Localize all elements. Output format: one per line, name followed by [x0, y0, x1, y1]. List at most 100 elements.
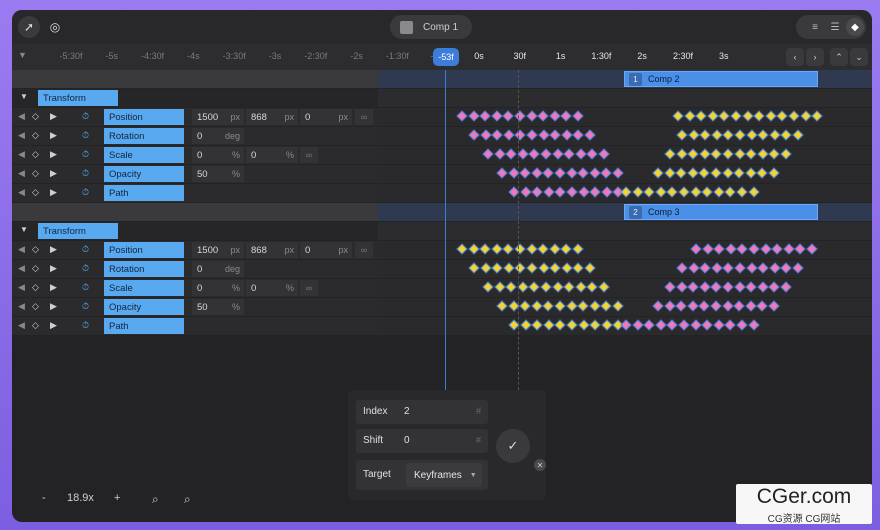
link-values-icon[interactable]: ∞ — [355, 109, 373, 125]
next-keyframe-icon[interactable]: ▶ — [50, 187, 57, 198]
scroll-up-button[interactable]: ⌃ — [830, 48, 848, 66]
keyframe-toggle-icon[interactable]: ◇ — [32, 168, 39, 179]
shift-value[interactable]: 0 — [404, 435, 410, 446]
target-tool-icon[interactable]: ◎ — [44, 16, 66, 38]
value-field[interactable]: 0 px — [300, 109, 352, 125]
value-field[interactable]: 868 px — [246, 109, 298, 125]
comp-layer-bar[interactable]: 2 Comp 3 — [624, 204, 818, 220]
target-select[interactable]: Keyframes ▼ — [406, 463, 482, 487]
layers-list-icon[interactable]: ☰ — [826, 18, 844, 36]
prev-keyframe-icon[interactable]: ◀ — [18, 282, 25, 293]
filter-icon[interactable]: ▼ — [18, 50, 27, 60]
keyframe-diamond-icon[interactable]: ◆ — [846, 18, 864, 36]
prev-keyframe-icon[interactable]: ◀ — [18, 168, 25, 179]
zoom-out-button[interactable]: - — [42, 492, 46, 504]
close-icon[interactable]: ✕ — [534, 459, 546, 471]
next-keyframe-icon[interactable]: ▶ — [50, 168, 57, 179]
next-keyframe-icon[interactable]: ▶ — [50, 320, 57, 331]
prev-keyframe-icon[interactable]: ◀ — [18, 244, 25, 255]
prev-keyframe-icon[interactable]: ◀ — [18, 111, 25, 122]
link-values-icon[interactable]: ∞ — [300, 280, 318, 296]
property-label[interactable]: Scale — [104, 280, 184, 296]
playhead-line[interactable] — [445, 70, 446, 400]
keyframe-toggle-icon[interactable]: ◇ — [32, 320, 39, 331]
value-text[interactable]: 50 — [197, 169, 208, 180]
stopwatch-icon[interactable]: ⏱ — [82, 111, 89, 122]
keyframe-toggle-icon[interactable]: ◇ — [32, 187, 39, 198]
index-field[interactable]: Index 2 # — [356, 400, 488, 424]
value-field[interactable]: 1500 px — [192, 109, 244, 125]
value-text[interactable]: 1500 — [197, 112, 218, 123]
property-label[interactable]: Position — [104, 109, 184, 125]
property-label[interactable]: Scale — [104, 147, 184, 163]
comp-header-row[interactable]: 2 Comp 3 — [12, 203, 872, 221]
value-text[interactable]: 868 — [251, 245, 267, 256]
property-label[interactable]: Path — [104, 318, 184, 334]
value-field[interactable]: 50% — [192, 299, 244, 315]
transform-group-label[interactable]: Transform — [38, 90, 118, 106]
value-text[interactable]: 0 — [305, 245, 310, 256]
value-field[interactable]: 0 deg — [192, 128, 244, 144]
next-keyframe-icon[interactable]: ▶ — [50, 263, 57, 274]
value-text[interactable]: 0 — [197, 264, 202, 275]
keyframe-toggle-icon[interactable]: ◇ — [32, 244, 39, 255]
playhead-time-label[interactable]: -53f — [433, 48, 459, 66]
next-keyframe-icon[interactable]: ▶ — [50, 244, 57, 255]
property-label[interactable]: Opacity — [104, 166, 184, 182]
property-label[interactable]: Rotation — [104, 128, 184, 144]
shift-field[interactable]: Shift 0 # — [356, 429, 488, 453]
value-text[interactable]: 868 — [251, 112, 267, 123]
keyframe-toggle-icon[interactable]: ◇ — [32, 263, 39, 274]
scroll-down-button[interactable]: ⌄ — [850, 48, 868, 66]
expand-triangle-icon[interactable]: ▼ — [20, 225, 28, 234]
prev-keyframe-icon[interactable]: ◀ — [18, 187, 25, 198]
keyframe-toggle-icon[interactable]: ◇ — [32, 111, 39, 122]
value-field[interactable]: 0% — [192, 147, 244, 163]
comp-header-row[interactable]: 1 Comp 2 — [12, 70, 872, 88]
value-field[interactable]: 0% — [246, 147, 298, 163]
value-field[interactable]: 50% — [192, 166, 244, 182]
value-text[interactable]: 0 — [251, 283, 256, 294]
keyframe-toggle-icon[interactable]: ◇ — [32, 130, 39, 141]
value-text[interactable]: 0 — [197, 150, 202, 161]
prev-keyframe-icon[interactable]: ◀ — [18, 149, 25, 160]
link-values-icon[interactable]: ∞ — [355, 242, 373, 258]
confirm-check-icon[interactable]: ✓ — [496, 429, 530, 463]
stopwatch-icon[interactable]: ⏱ — [82, 301, 89, 312]
value-text[interactable]: 50 — [197, 302, 208, 313]
next-keyframe-icon[interactable]: ▶ — [50, 282, 57, 293]
zoom-fit-icon[interactable]: ⌕ — [152, 492, 159, 507]
prev-keyframe-icon[interactable]: ◀ — [18, 320, 25, 331]
value-field[interactable]: 1500 px — [192, 242, 244, 258]
next-keyframe-icon[interactable]: ▶ — [50, 149, 57, 160]
comp-selector[interactable]: Comp 1 — [390, 15, 472, 39]
next-frame-button[interactable]: › — [806, 48, 824, 66]
value-text[interactable]: 0 — [197, 283, 202, 294]
timeline-bars-icon[interactable]: ≡ — [806, 18, 824, 36]
value-field[interactable]: 0 deg — [192, 261, 244, 277]
pointer-tool-icon[interactable]: ➚ — [18, 16, 40, 38]
prev-keyframe-icon[interactable]: ◀ — [18, 301, 25, 312]
next-keyframe-icon[interactable]: ▶ — [50, 111, 57, 122]
keyframe-toggle-icon[interactable]: ◇ — [32, 282, 39, 293]
property-label[interactable]: Position — [104, 242, 184, 258]
value-field[interactable]: 0 px — [300, 242, 352, 258]
keyframe-toggle-icon[interactable]: ◇ — [32, 149, 39, 160]
prev-keyframe-icon[interactable]: ◀ — [18, 130, 25, 141]
next-keyframe-icon[interactable]: ▶ — [50, 301, 57, 312]
value-text[interactable]: 1500 — [197, 245, 218, 256]
stopwatch-icon[interactable]: ⏱ — [82, 187, 89, 198]
stopwatch-icon[interactable]: ⏱ — [82, 282, 89, 293]
value-field[interactable]: 0% — [192, 280, 244, 296]
zoom-selection-icon[interactable]: ⌕ — [184, 492, 191, 507]
property-label[interactable]: Path — [104, 185, 184, 201]
value-field[interactable]: 0% — [246, 280, 298, 296]
value-text[interactable]: 0 — [197, 131, 202, 142]
property-label[interactable]: Rotation — [104, 261, 184, 277]
stopwatch-icon[interactable]: ⏱ — [82, 130, 89, 141]
link-values-icon[interactable]: ∞ — [300, 147, 318, 163]
expand-triangle-icon[interactable]: ▼ — [20, 92, 28, 101]
stopwatch-icon[interactable]: ⏱ — [82, 244, 89, 255]
comp-layer-bar[interactable]: 1 Comp 2 — [624, 71, 818, 87]
stopwatch-icon[interactable]: ⏱ — [82, 320, 89, 331]
